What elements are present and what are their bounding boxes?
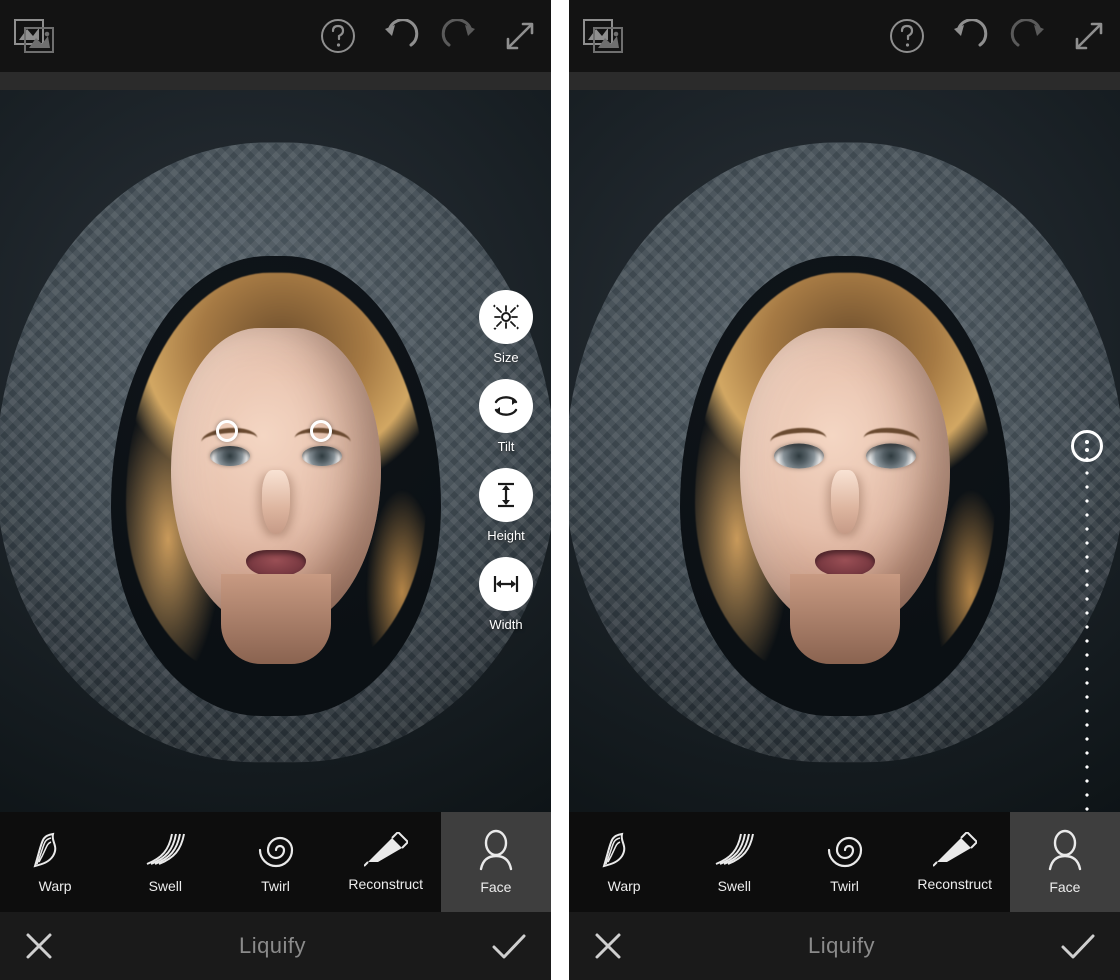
liquify-tools: Warp Swell Twirl <box>569 812 1120 912</box>
screen-right: Warp Swell Twirl <box>569 0 1120 980</box>
mode-title: Liquify <box>808 933 875 959</box>
portrait-brow-left <box>769 426 826 442</box>
slider-handle[interactable] <box>1071 430 1103 462</box>
twirl-icon <box>824 830 866 870</box>
tool-label: Swell <box>718 878 751 894</box>
topbar <box>0 0 551 72</box>
tool-label: Twirl <box>830 878 859 894</box>
tool-reconstruct[interactable]: Reconstruct <box>331 812 441 912</box>
sub-ribbon <box>0 72 551 90</box>
face-popover-label: Size <box>493 350 518 365</box>
undo-icon[interactable] <box>948 19 988 53</box>
face-tool-popover: Size Tilt <box>479 290 533 632</box>
face-popover-size[interactable]: Size <box>479 290 533 365</box>
cancel-button[interactable] <box>593 931 623 961</box>
screen-left: Size Tilt <box>0 0 551 980</box>
fullscreen-icon[interactable] <box>1072 19 1106 53</box>
face-popover-height[interactable]: Height <box>479 468 533 543</box>
mode-title: Liquify <box>239 933 306 959</box>
swell-icon <box>142 830 188 870</box>
cancel-button[interactable] <box>24 931 54 961</box>
tool-swell[interactable]: Swell <box>110 812 220 912</box>
portrait-face <box>740 328 950 628</box>
face-icon <box>1046 829 1084 871</box>
topbar <box>569 0 1120 72</box>
portrait-eye-left <box>774 444 824 469</box>
footer: Liquify <box>569 912 1120 980</box>
reconstruct-icon <box>933 832 977 868</box>
portrait-brow-right <box>863 426 920 442</box>
tool-label: Reconstruct <box>348 876 423 892</box>
confirm-button[interactable] <box>1060 932 1096 960</box>
reconstruct-icon <box>364 832 408 868</box>
portrait-nose <box>831 470 859 534</box>
portrait-mouth <box>246 550 306 576</box>
face-icon <box>477 829 515 871</box>
face-slider[interactable] <box>1086 452 1088 812</box>
face-popover-label: Width <box>489 617 522 632</box>
tool-face[interactable]: Face <box>1010 812 1120 912</box>
portrait-neck <box>221 574 331 664</box>
canvas[interactable] <box>569 90 1120 812</box>
redo-icon[interactable] <box>1010 19 1050 53</box>
portrait-eye-left <box>210 446 250 466</box>
portrait-mouth <box>815 550 875 576</box>
undo-icon[interactable] <box>379 19 419 53</box>
help-icon[interactable] <box>319 17 357 55</box>
portrait-eye-right <box>866 444 916 469</box>
image-compare-icon[interactable] <box>583 19 623 53</box>
tool-reconstruct[interactable]: Reconstruct <box>900 812 1010 912</box>
tool-label: Warp <box>608 878 641 894</box>
tool-warp[interactable]: Warp <box>569 812 679 912</box>
face-popover-label: Tilt <box>498 439 515 454</box>
tool-label: Warp <box>39 878 72 894</box>
slider-track-icon <box>1085 452 1089 812</box>
portrait-neck <box>790 574 900 664</box>
eye-ring-left[interactable] <box>216 420 238 442</box>
tool-label: Face <box>480 879 511 895</box>
width-icon <box>479 557 533 611</box>
portrait-eye-right <box>302 446 342 466</box>
liquify-tools: Warp Swell Twirl <box>0 812 551 912</box>
face-popover-label: Height <box>487 528 525 543</box>
fullscreen-icon[interactable] <box>503 19 537 53</box>
redo-icon[interactable] <box>441 19 481 53</box>
eye-ring-right[interactable] <box>310 420 332 442</box>
tool-twirl[interactable]: Twirl <box>789 812 899 912</box>
face-popover-width[interactable]: Width <box>479 557 533 632</box>
tool-twirl[interactable]: Twirl <box>220 812 330 912</box>
tool-label: Reconstruct <box>917 876 992 892</box>
height-icon <box>479 468 533 522</box>
warp-icon <box>33 830 77 870</box>
tool-warp[interactable]: Warp <box>0 812 110 912</box>
canvas[interactable]: Size Tilt <box>0 90 551 812</box>
sub-ribbon <box>569 72 1120 90</box>
confirm-button[interactable] <box>491 932 527 960</box>
portrait-nose <box>262 470 290 534</box>
size-icon <box>479 290 533 344</box>
tool-face[interactable]: Face <box>441 812 551 912</box>
tool-label: Face <box>1049 879 1080 895</box>
help-icon[interactable] <box>888 17 926 55</box>
tool-swell[interactable]: Swell <box>679 812 789 912</box>
portrait-face <box>171 328 381 628</box>
twirl-icon <box>255 830 297 870</box>
tool-label: Twirl <box>261 878 290 894</box>
warp-icon <box>602 830 646 870</box>
image-compare-icon[interactable] <box>14 19 54 53</box>
swell-icon <box>711 830 757 870</box>
tilt-icon <box>479 379 533 433</box>
tool-label: Swell <box>149 878 182 894</box>
footer: Liquify <box>0 912 551 980</box>
face-popover-tilt[interactable]: Tilt <box>479 379 533 454</box>
